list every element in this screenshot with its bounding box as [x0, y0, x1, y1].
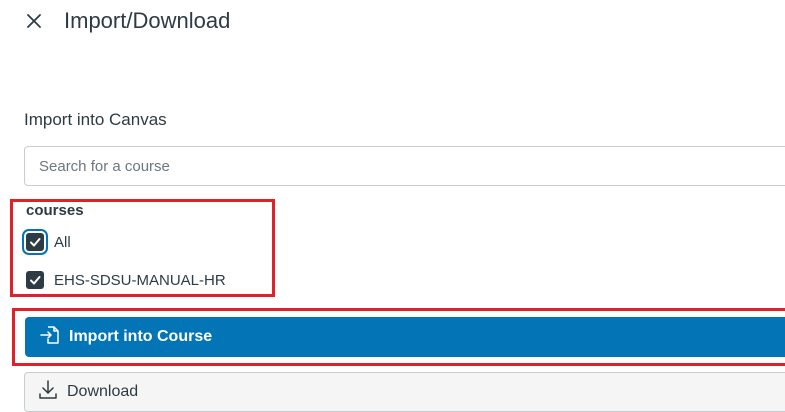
- dialog-header: Import/Download: [24, 6, 230, 36]
- checkbox-label-all: All: [54, 233, 71, 251]
- import-into-course-button[interactable]: Import into Course: [25, 317, 785, 357]
- import-section-label: Import into Canvas: [24, 110, 167, 129]
- download-icon: [37, 379, 59, 406]
- courses-label: courses: [26, 202, 84, 219]
- checkbox-label-course: EHS-SDSU-MANUAL-HR: [54, 271, 226, 289]
- download-button[interactable]: Download: [24, 372, 785, 412]
- course-search-input[interactable]: [24, 146, 785, 186]
- checkbox-course[interactable]: EHS-SDSU-MANUAL-HR: [26, 271, 226, 289]
- checkbox-checked-icon[interactable]: [26, 233, 44, 251]
- checkbox-all[interactable]: All: [26, 233, 71, 251]
- close-icon[interactable]: [24, 11, 44, 31]
- import-button-label: Import into Course: [69, 328, 213, 345]
- dialog-title: Import/Download: [64, 8, 231, 33]
- import-icon: [39, 324, 61, 351]
- checkbox-checked-icon[interactable]: [26, 271, 44, 289]
- download-button-label: Download: [67, 383, 139, 400]
